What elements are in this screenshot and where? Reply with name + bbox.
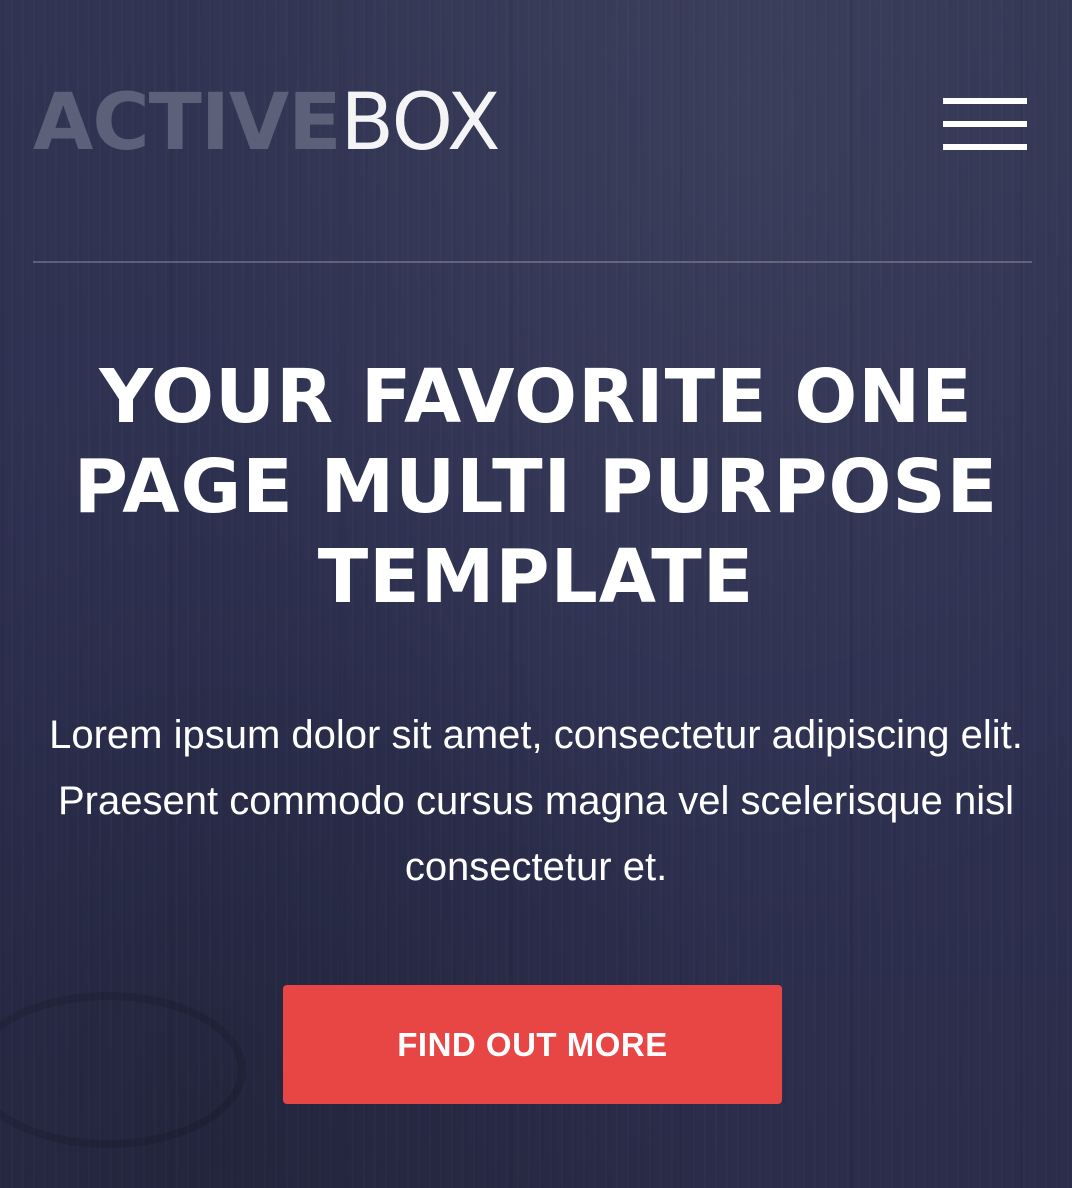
hamburger-menu-icon[interactable] xyxy=(943,98,1027,154)
menu-bar-bottom xyxy=(943,144,1027,150)
site-logo[interactable]: ACTIVEBOX xyxy=(33,78,501,168)
menu-bar-top xyxy=(943,98,1027,104)
menu-bar-middle xyxy=(943,121,1027,127)
logo-light-text: BOX xyxy=(340,78,501,168)
hero-description: Lorem ipsum dolor sit amet, consectetur … xyxy=(49,713,1023,889)
hero-title: YOUR FAVORITE ONE PAGE MULTI PURPOSE TEM… xyxy=(73,354,999,620)
landing-page: ACTIVEBOX YOUR FAVORITE ONE PAGE MULTI P… xyxy=(0,0,1072,1188)
site-header: ACTIVEBOX xyxy=(33,80,1032,170)
header-divider xyxy=(33,261,1032,263)
logo-bold-text: ACTIVE xyxy=(33,78,341,168)
find-out-more-button[interactable]: FIND OUT MORE xyxy=(283,985,782,1104)
